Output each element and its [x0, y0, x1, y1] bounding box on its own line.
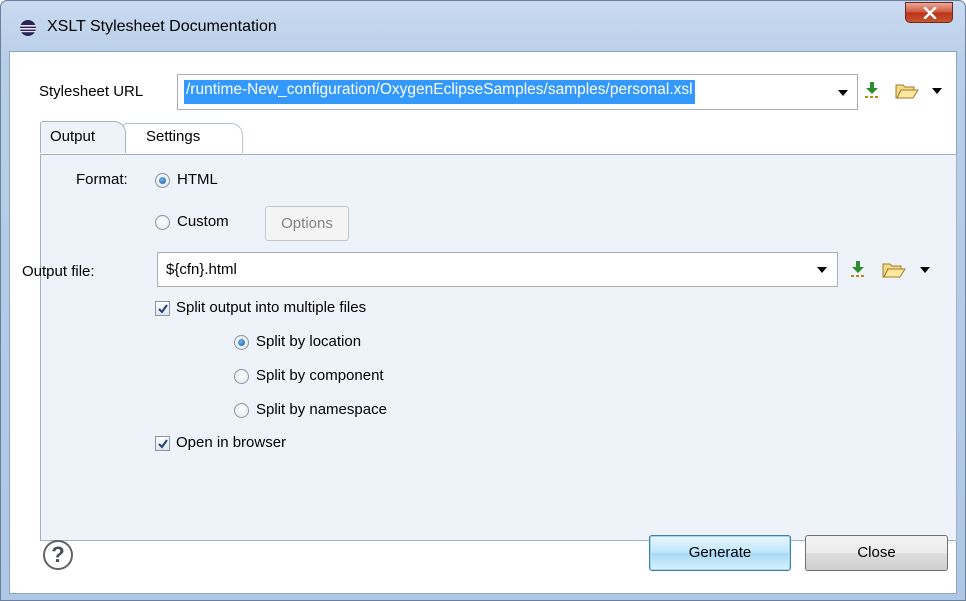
output-file-value[interactable]: ${cfn}.html — [166, 261, 237, 278]
close-icon — [923, 7, 937, 19]
split-by-namespace-label[interactable]: Split by namespace — [256, 401, 387, 418]
output-file-label: Output file: — [22, 263, 95, 280]
output-file-combo[interactable]: ${cfn}.html — [157, 252, 838, 287]
options-button[interactable]: Options — [265, 206, 349, 241]
open-in-browser-label[interactable]: Open in browser — [176, 434, 286, 451]
split-by-namespace-radio[interactable] — [234, 403, 249, 418]
help-button[interactable]: ? — [43, 540, 73, 570]
folder-open-icon[interactable] — [895, 82, 919, 99]
chevron-down-icon[interactable] — [838, 90, 848, 96]
tab-settings-label: Settings — [146, 128, 201, 145]
tab-settings[interactable]: Settings — [123, 123, 243, 153]
checkmark-icon — [158, 304, 168, 314]
generate-button[interactable]: Generate — [649, 535, 791, 571]
chevron-down-icon[interactable] — [932, 88, 942, 94]
stylesheet-url-label: Stylesheet URL — [39, 83, 144, 100]
insert-editor-variables-icon[interactable] — [850, 260, 866, 278]
split-output-checkbox[interactable] — [155, 301, 170, 316]
dialog-window: XSLT Stylesheet Documentation Stylesheet… — [0, 0, 966, 601]
folder-open-icon[interactable] — [882, 261, 906, 278]
split-by-component-radio[interactable] — [234, 369, 249, 384]
close-button[interactable]: Close — [805, 535, 948, 571]
chevron-down-icon[interactable] — [920, 267, 930, 273]
split-output-label[interactable]: Split output into multiple files — [176, 299, 366, 316]
window-title: XSLT Stylesheet Documentation — [47, 18, 277, 35]
format-custom-label[interactable]: Custom — [177, 213, 229, 230]
tab-output-label: Output — [50, 128, 96, 145]
title-bar: XSLT Stylesheet Documentation — [1, 1, 965, 51]
format-custom-radio[interactable] — [155, 215, 170, 230]
chevron-down-icon[interactable] — [817, 267, 827, 273]
open-in-browser-checkbox[interactable] — [155, 436, 170, 451]
window-close-button[interactable] — [905, 2, 953, 23]
eclipse-icon — [20, 20, 36, 36]
stylesheet-url-combo[interactable]: /runtime-New_configuration/OxygenEclipse… — [177, 74, 858, 110]
tab-bar: Settings Output — [40, 119, 955, 155]
format-html-radio[interactable] — [155, 173, 170, 188]
dialog-content: Stylesheet URL /runtime-New_configuratio… — [9, 51, 957, 594]
checkmark-icon — [158, 439, 168, 449]
split-by-location-label[interactable]: Split by location — [256, 333, 361, 350]
stylesheet-url-value[interactable]: /runtime-New_configuration/OxygenEclipse… — [184, 80, 695, 104]
split-by-component-label[interactable]: Split by component — [256, 367, 384, 384]
insert-editor-variables-icon[interactable] — [864, 81, 880, 99]
split-by-location-radio[interactable] — [234, 335, 249, 350]
tab-output[interactable]: Output — [40, 121, 126, 153]
format-label: Format: — [76, 171, 128, 188]
format-html-label[interactable]: HTML — [177, 171, 218, 188]
